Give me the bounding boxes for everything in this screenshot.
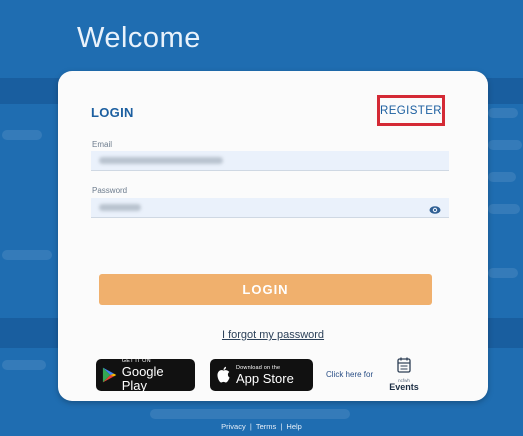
background-text-line: [488, 268, 518, 278]
forgot-password-link[interactable]: I forgot my password: [58, 329, 488, 341]
password-label: Password: [92, 186, 128, 195]
login-card: LOGIN REGISTER Email Password LOGIN I fo…: [58, 71, 488, 401]
help-link[interactable]: Help: [286, 422, 301, 431]
tab-login[interactable]: LOGIN: [91, 105, 134, 120]
page-title: Welcome: [77, 22, 201, 54]
password-field[interactable]: [91, 198, 449, 218]
terms-link[interactable]: Terms: [256, 422, 276, 431]
privacy-link[interactable]: Privacy: [221, 422, 246, 431]
google-play-badge[interactable]: GET IT ON Google Play: [96, 358, 195, 393]
footer-links: Privacy | Terms | Help: [0, 422, 523, 431]
events-calendar-icon: [397, 357, 411, 373]
apple-icon: [217, 366, 230, 383]
background-text-line: [150, 409, 350, 419]
background-text-line: [488, 204, 520, 214]
eye-icon[interactable]: [429, 205, 441, 215]
app-store-badge[interactable]: Download on the App Store: [210, 359, 313, 391]
background-text-line: [488, 140, 522, 150]
background-text-line: [488, 172, 516, 182]
background-text-line: [2, 360, 46, 370]
footer-separator: |: [280, 422, 283, 431]
google-play-icon: [102, 367, 117, 383]
events-logo[interactable]: ncfwh Events: [386, 357, 422, 392]
background-text-line: [2, 250, 52, 260]
click-here-label[interactable]: Click here for: [326, 370, 373, 379]
email-field[interactable]: [91, 151, 449, 171]
tab-register[interactable]: REGISTER: [377, 95, 445, 126]
login-button[interactable]: LOGIN: [99, 274, 432, 305]
password-value-blurred: [99, 204, 141, 211]
email-label: Email: [92, 140, 113, 149]
google-play-title: Google Play: [121, 363, 164, 393]
background-text-line: [2, 130, 42, 140]
app-store-title: App Store: [236, 370, 294, 386]
email-value-blurred: [99, 157, 223, 164]
events-label: Events: [389, 382, 419, 392]
footer-separator: |: [249, 422, 252, 431]
background-text-line: [488, 108, 518, 118]
